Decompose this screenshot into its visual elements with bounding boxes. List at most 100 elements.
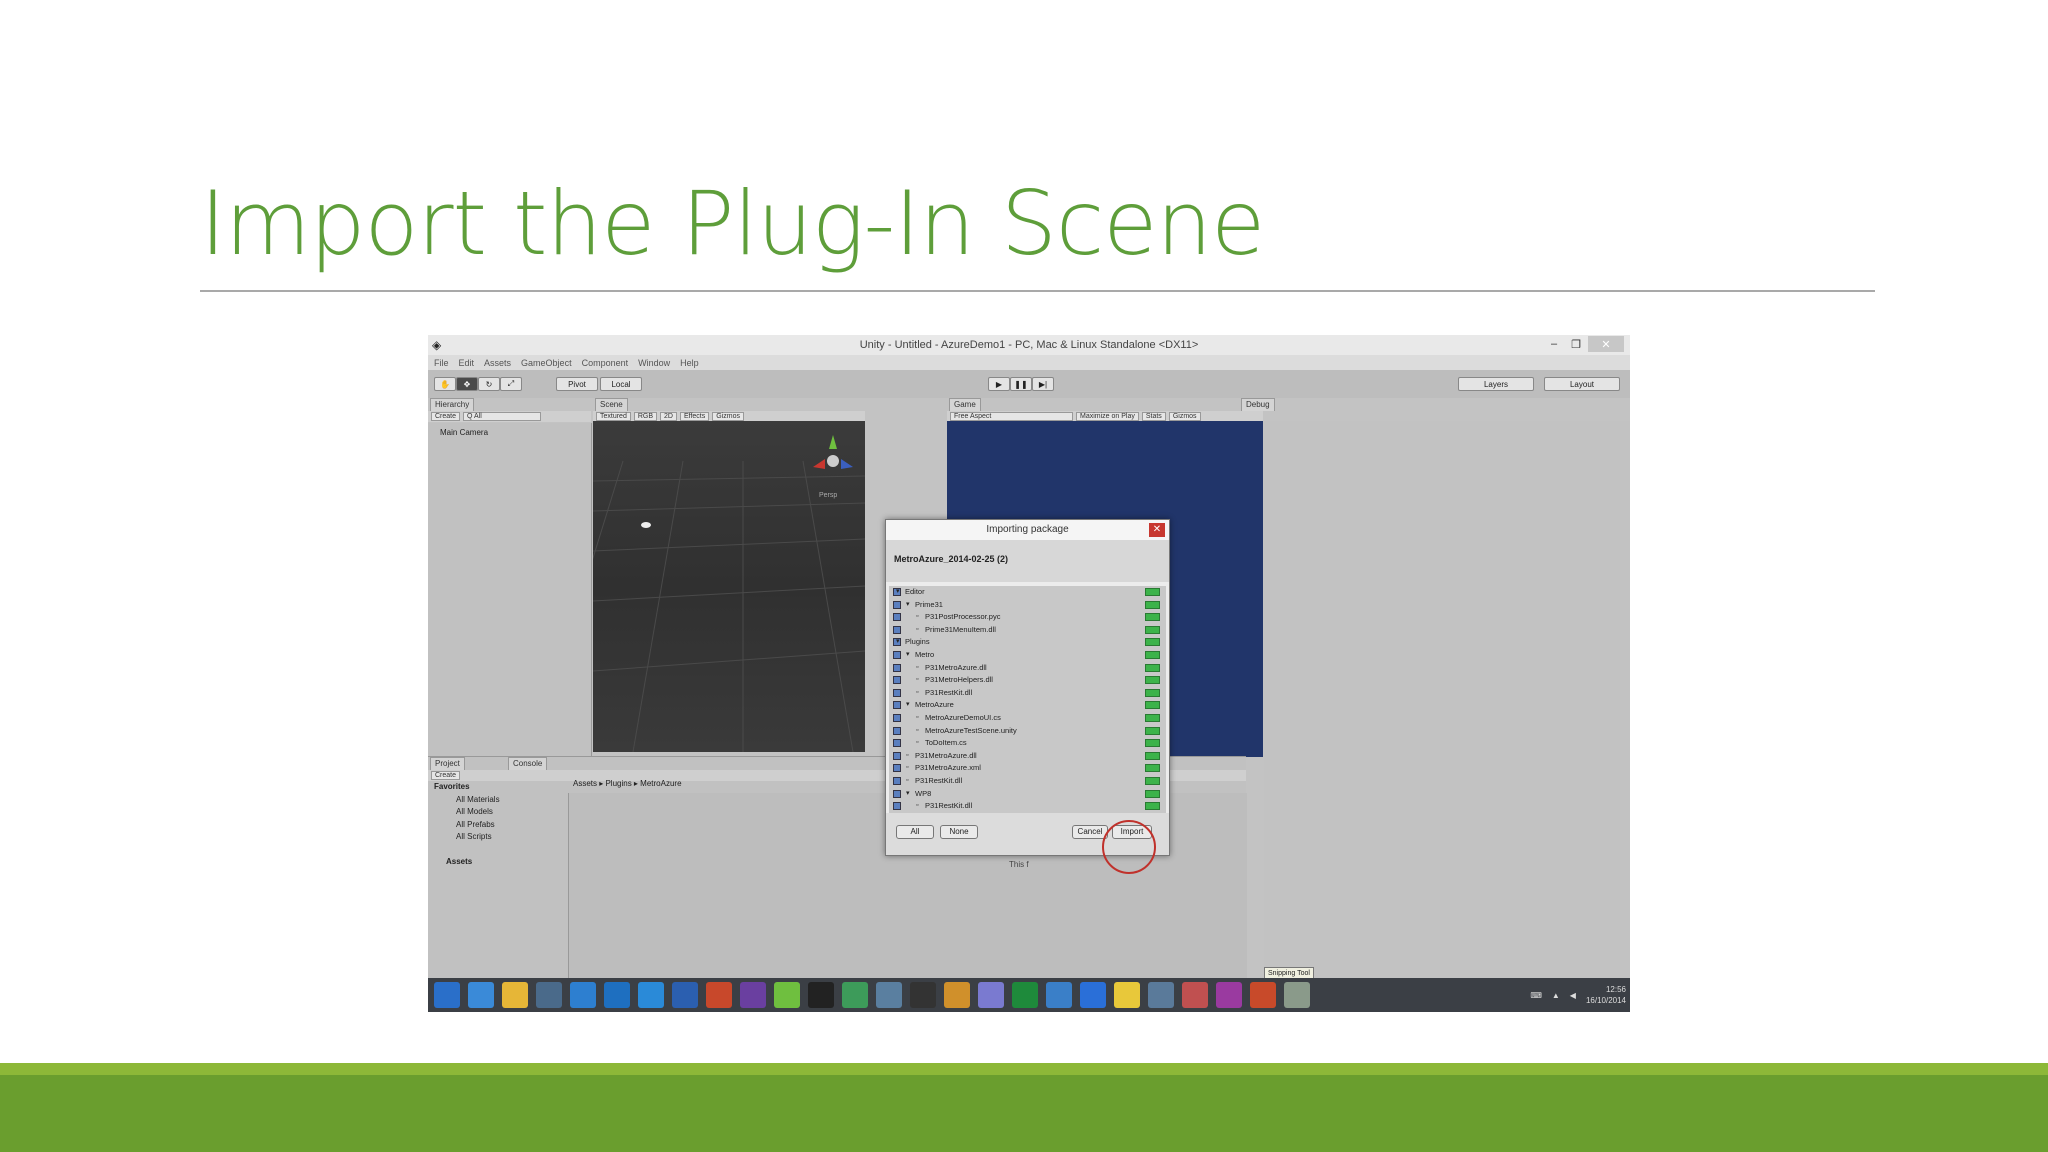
app-icon[interactable] (1284, 982, 1310, 1008)
scene-rgb-dropdown[interactable]: RGB (633, 412, 658, 421)
volume-icon[interactable]: ◀ (1570, 991, 1576, 1000)
menu-window[interactable]: Window (638, 358, 670, 368)
play-icon[interactable]: ▶ (988, 377, 1010, 391)
browser-icon[interactable] (536, 982, 562, 1008)
hierarchy-create-button[interactable]: Create (431, 412, 461, 421)
tab-debug[interactable]: Debug (1241, 398, 1275, 411)
lync-icon[interactable] (638, 982, 664, 1008)
package-item[interactable]: P31MetroHelpers.dll ▫ (889, 674, 1166, 686)
x-app-icon[interactable] (1080, 982, 1106, 1008)
layout-dropdown[interactable]: Layout (1544, 377, 1620, 391)
tab-scene[interactable]: Scene (595, 398, 628, 411)
scene-gizmos-dropdown[interactable]: Gizmos (712, 412, 744, 421)
tab-hierarchy[interactable]: Hierarchy (430, 398, 475, 411)
layers-dropdown[interactable]: Layers (1458, 377, 1534, 391)
browser-icon[interactable] (978, 982, 1004, 1008)
tree-favorites[interactable]: Favorites (434, 781, 500, 794)
pivot-toggle[interactable]: Pivot (556, 377, 598, 391)
item-checkbox[interactable] (893, 613, 901, 622)
package-item[interactable]: Metro ▾ (889, 649, 1166, 661)
menu-component[interactable]: Component (582, 358, 629, 368)
package-item[interactable]: MetroAzureTestScene.unity ▫ (889, 725, 1166, 737)
network-icon[interactable] (1148, 982, 1174, 1008)
tree-assets[interactable]: Assets (434, 856, 500, 869)
visual-studio-icon[interactable] (740, 982, 766, 1008)
item-checkbox[interactable] (893, 751, 901, 760)
stats-toggle[interactable]: Stats (1141, 412, 1166, 421)
package-item[interactable]: Editor ▾ (889, 586, 1166, 598)
item-checkbox[interactable] (893, 701, 901, 710)
game-aspect-dropdown[interactable]: Free Aspect (950, 412, 1073, 421)
clock[interactable]: 12:56 16/10/2014 (1586, 984, 1626, 1006)
package-item[interactable]: Prime31MenuItem.dll ▫ (889, 624, 1166, 636)
select-all-button[interactable]: All (896, 825, 934, 839)
select-none-button[interactable]: None (940, 825, 978, 839)
game-gizmos-dropdown[interactable]: Gizmos (1168, 412, 1201, 421)
hand-tool-icon[interactable]: ✋ (434, 377, 456, 391)
desktop-icon[interactable] (468, 982, 494, 1008)
local-toggle[interactable]: Local (600, 377, 642, 391)
scene-view[interactable]: Persp (532, 421, 866, 753)
package-item[interactable]: P31PostProcessor.pyc ▫ (889, 611, 1166, 623)
network-icon[interactable]: ▲ (1552, 991, 1560, 1000)
people-icon[interactable] (944, 982, 970, 1008)
yammer-icon[interactable] (1046, 982, 1072, 1008)
tree-all-materials[interactable]: All Materials (434, 794, 500, 807)
scene-shading-dropdown[interactable]: Textured (596, 412, 631, 421)
android-icon[interactable] (774, 982, 800, 1008)
menu-edit[interactable]: Edit (459, 358, 475, 368)
item-checkbox[interactable] (893, 739, 901, 748)
project-create-button[interactable]: Create (431, 771, 461, 780)
package-item[interactable]: P31MetroAzure.dll ▫ (889, 662, 1166, 674)
item-checkbox[interactable] (893, 663, 901, 672)
word-icon[interactable] (672, 982, 698, 1008)
maximize-button[interactable]: ❐ (1566, 336, 1586, 352)
item-checkbox[interactable] (893, 676, 901, 685)
package-item[interactable]: P31MetroAzure.dll ▫ (889, 750, 1166, 762)
dialog-close-button[interactable]: ✕ (1149, 523, 1165, 537)
item-checkbox[interactable] (893, 625, 901, 634)
snipping-tool-icon[interactable] (1182, 982, 1208, 1008)
app-icon[interactable] (876, 982, 902, 1008)
package-item[interactable]: P31RestKit.dll ▫ (889, 775, 1166, 787)
minimize-button[interactable]: – (1544, 336, 1564, 352)
item-checkbox[interactable] (893, 802, 901, 811)
item-checkbox[interactable] (893, 688, 901, 697)
app-icon[interactable] (842, 982, 868, 1008)
package-item[interactable]: WP8 ▾ (889, 788, 1166, 800)
package-item[interactable]: MetroAzureDemoUI.cs ▫ (889, 712, 1166, 724)
package-item[interactable]: Prime31 ▾ (889, 599, 1166, 611)
package-item[interactable]: P31RestKit.dll ▫ (889, 800, 1166, 812)
item-checkbox[interactable] (893, 777, 901, 785)
tab-console[interactable]: Console (508, 757, 548, 770)
scene-effects-dropdown[interactable]: Effects (679, 412, 710, 421)
tab-game[interactable]: Game (949, 398, 981, 411)
item-checkbox[interactable] (893, 600, 901, 609)
hierarchy-item-main-camera[interactable]: Main Camera (440, 428, 488, 437)
onenote-icon[interactable] (1216, 982, 1242, 1008)
item-checkbox[interactable] (893, 789, 901, 798)
windows-start-icon[interactable] (434, 982, 460, 1008)
package-item[interactable]: ToDoItem.cs ▫ (889, 737, 1166, 749)
item-checkbox[interactable] (893, 764, 901, 773)
tree-all-scripts[interactable]: All Scripts (434, 831, 500, 844)
hierarchy-search-input[interactable]: Q All (463, 412, 542, 421)
tab-project[interactable]: Project (430, 757, 465, 770)
unity-icon[interactable] (1114, 982, 1140, 1008)
menu-assets[interactable]: Assets (484, 358, 511, 368)
package-item[interactable]: P31RestKit.dll ▫ (889, 687, 1166, 699)
phone-icon[interactable] (910, 982, 936, 1008)
excel-icon[interactable] (1012, 982, 1038, 1008)
chrome-icon[interactable] (1250, 982, 1276, 1008)
outlook-icon[interactable] (604, 982, 630, 1008)
item-checkbox[interactable] (893, 651, 901, 659)
tree-all-models[interactable]: All Models (434, 806, 500, 819)
step-icon[interactable]: ▶| (1032, 377, 1054, 391)
item-checkbox[interactable] (893, 726, 901, 735)
tree-all-prefabs[interactable]: All Prefabs (434, 819, 500, 832)
close-button[interactable]: ✕ (1588, 336, 1624, 352)
package-item[interactable]: MetroAzure ▾ (889, 699, 1166, 711)
file-explorer-icon[interactable] (502, 982, 528, 1008)
internet-explorer-icon[interactable] (570, 982, 596, 1008)
package-item[interactable]: P31MetroAzure.xml ▫ (889, 762, 1166, 774)
